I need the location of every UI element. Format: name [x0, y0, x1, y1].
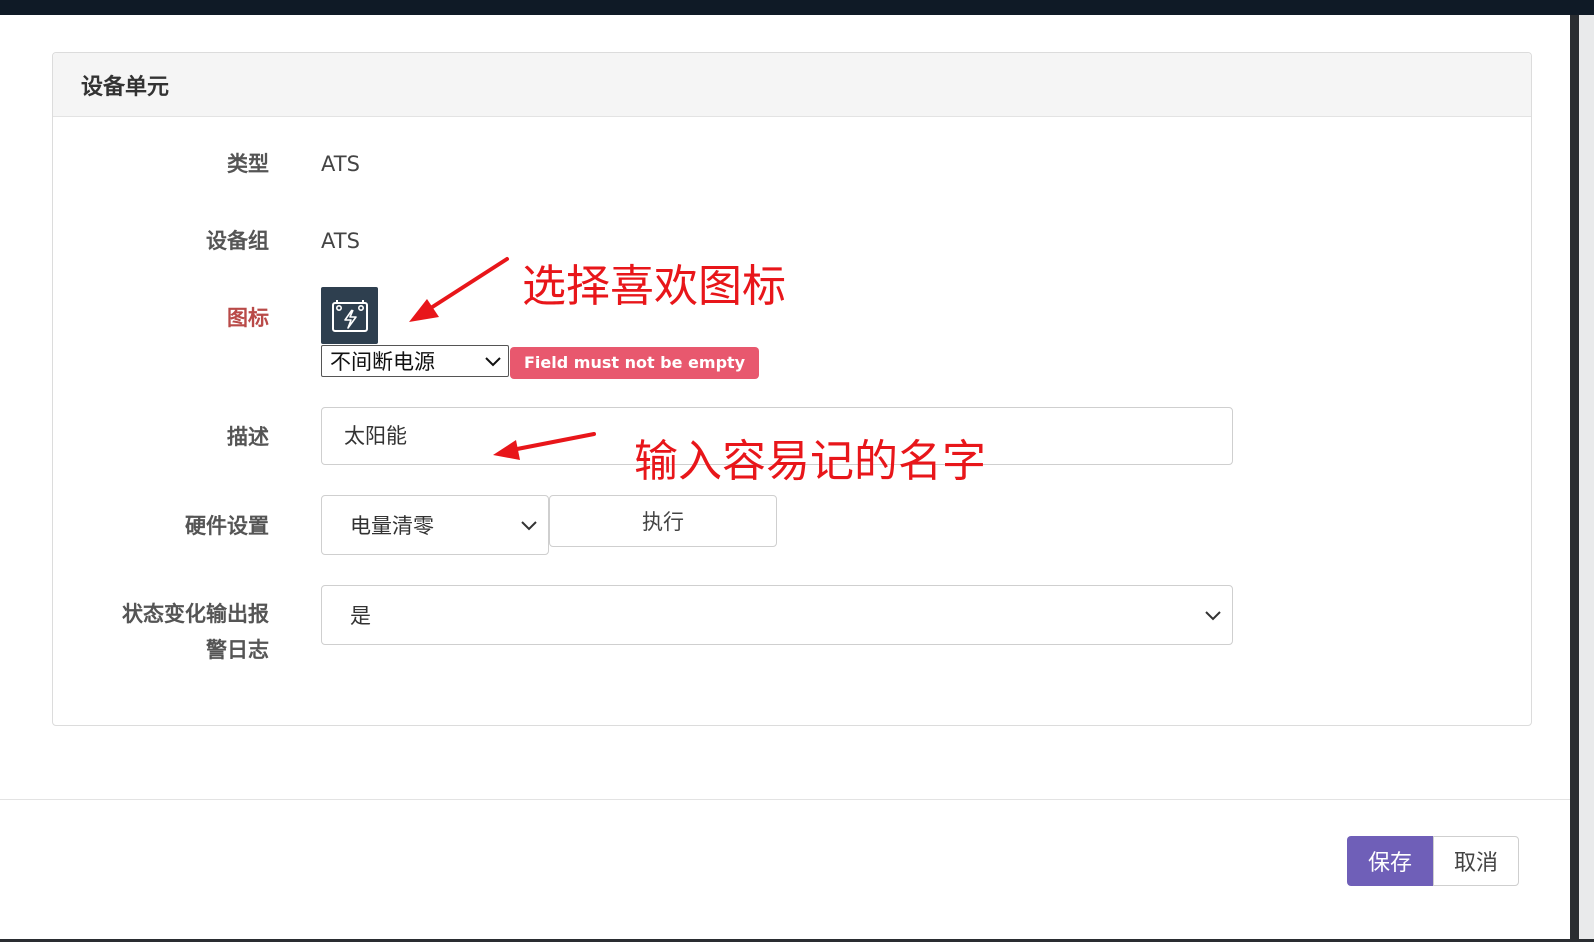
alarm-log-select-value: 是 [350, 604, 371, 628]
annotation-name-hint: 输入容易记的名字 [634, 436, 986, 487]
hardware-label: 硬件设置 [185, 514, 269, 538]
ups-icon-preview[interactable] [321, 287, 378, 344]
device-modal: 设备单元 类型 ATS 设备组 ATS 图标 不间断电源 Field must … [0, 15, 1570, 939]
save-button[interactable]: 保存 [1347, 836, 1433, 886]
annotation-arrow-icon [409, 257, 509, 322]
background-edge [1570, 15, 1594, 942]
type-value: ATS [321, 152, 360, 176]
panel-title: 设备单元 [81, 74, 170, 100]
device-group-label: 设备组 [206, 229, 269, 253]
icon-label: 图标 [227, 306, 269, 330]
description-label: 描述 [227, 425, 269, 449]
device-group-value: ATS [321, 229, 360, 253]
footer-divider [0, 799, 1570, 800]
type-label: 类型 [227, 152, 269, 176]
top-bar [0, 0, 1594, 15]
hardware-select[interactable]: 电量清零 [321, 495, 549, 555]
annotation-icon-hint: 选择喜欢图标 [522, 261, 786, 312]
chevron-down-icon [1205, 611, 1221, 621]
icon-select-value: 不间断电源 [330, 350, 435, 374]
alarm-log-label-line1: 状态变化输出报 [122, 602, 269, 626]
battery-bolt-icon [331, 299, 368, 332]
chevron-down-icon [521, 521, 537, 531]
icon-select[interactable]: 不间断电源 [321, 345, 509, 377]
device-unit-panel: 设备单元 类型 ATS 设备组 ATS 图标 不间断电源 Field must … [52, 52, 1532, 726]
alarm-log-select[interactable]: 是 [321, 585, 1233, 645]
icon-error-badge: Field must not be empty [510, 347, 760, 379]
panel-header: 设备单元 [53, 53, 1531, 117]
alarm-log-label-line2: 警日志 [206, 638, 269, 662]
background-strip [1579, 15, 1594, 942]
alarm-log-label: 状态变化输出报 警日志 [53, 596, 269, 668]
hardware-select-value: 电量清零 [350, 514, 434, 538]
chevron-down-icon [485, 357, 501, 367]
annotation-arrow-icon [493, 432, 596, 460]
execute-button[interactable]: 执行 [549, 495, 777, 547]
cancel-button[interactable]: 取消 [1433, 836, 1519, 886]
